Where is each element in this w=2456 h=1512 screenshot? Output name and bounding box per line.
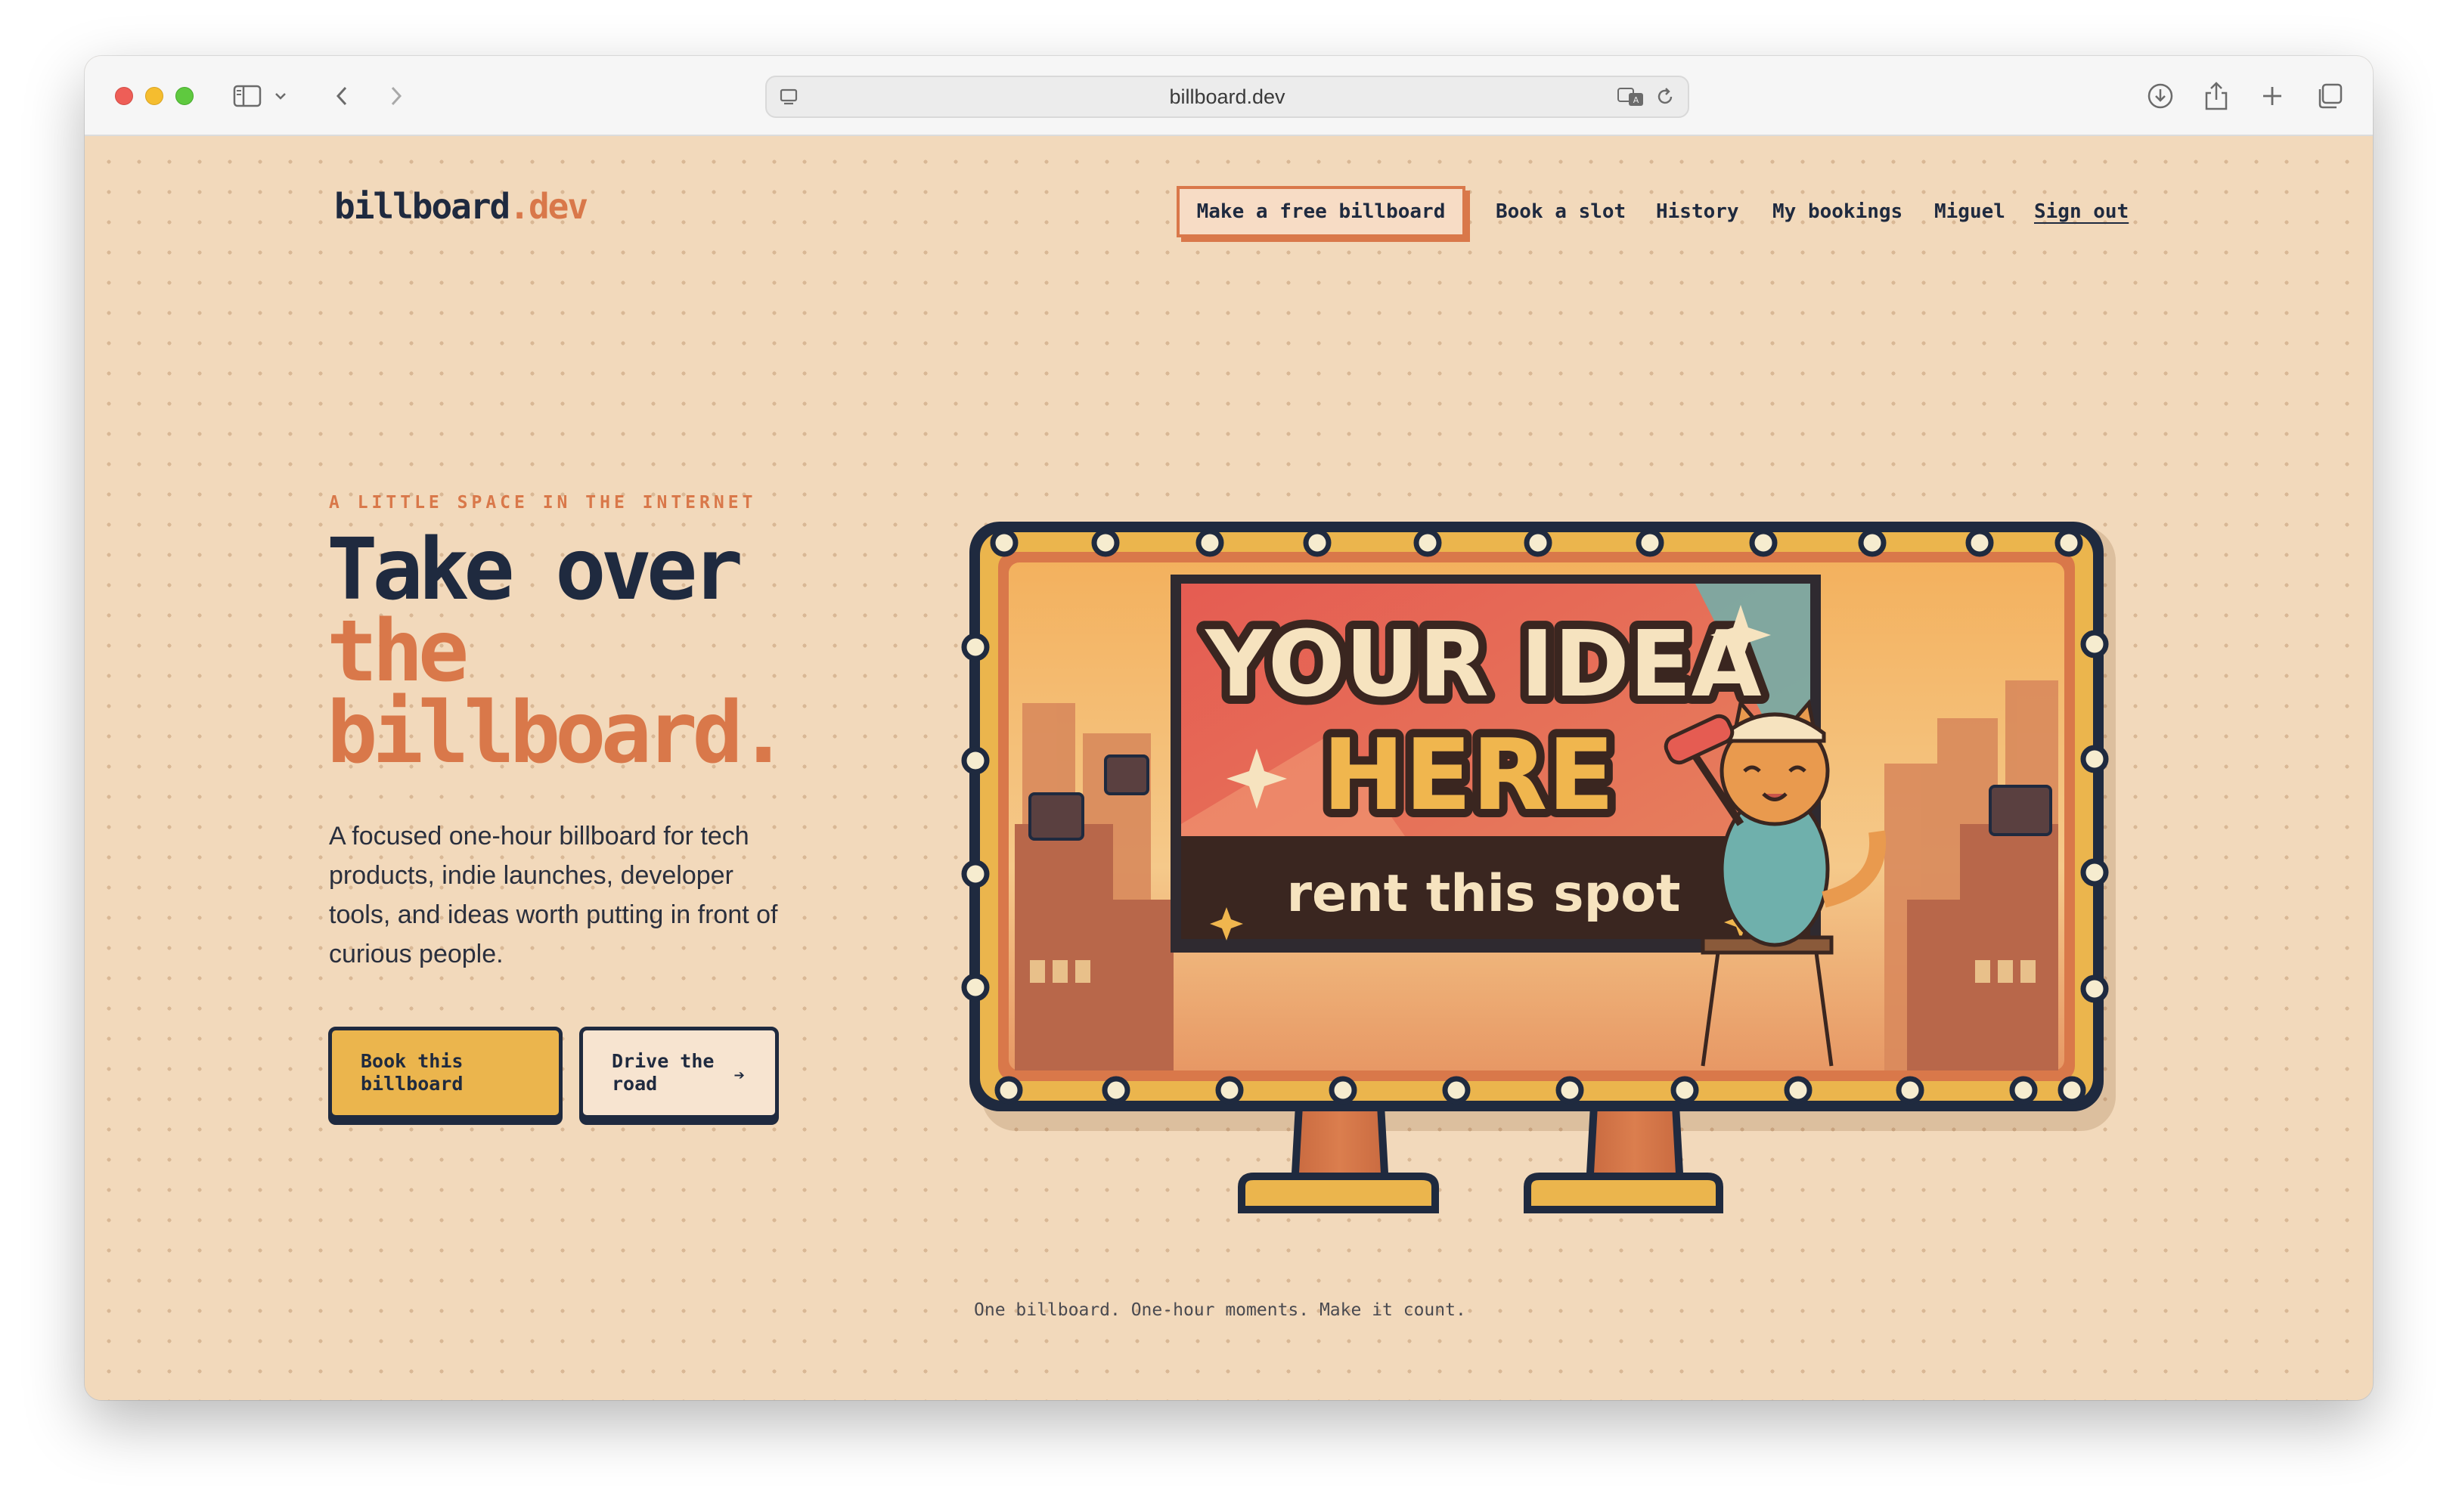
billboard-line-1-fill: YOUR IDEA xyxy=(1204,612,1761,717)
nav-link-user-profile[interactable]: Miguel xyxy=(1934,186,2005,237)
close-window-button[interactable] xyxy=(115,87,133,105)
downloads-icon[interactable] xyxy=(2141,77,2179,115)
arrow-right-icon: ➔ xyxy=(733,1064,745,1086)
nav-link-my-bookings[interactable]: My bookings xyxy=(1772,186,1902,237)
footer-note-text: One billboard. One-hour moments. Make it… xyxy=(974,1300,1466,1320)
nav-link-book-slot[interactable]: Book a slot xyxy=(1496,186,1626,237)
billboard-line-2-fill: HERE xyxy=(1323,717,1615,832)
drive-road-label: Drive the road xyxy=(612,1050,715,1095)
headline-line-2: the xyxy=(327,603,469,701)
tab-overview-icon[interactable] xyxy=(2311,77,2349,115)
chevron-down-icon[interactable] xyxy=(269,77,292,115)
browser-toolbar: billboard.dev A xyxy=(85,56,2373,136)
main-nav: Make a free billboard Book a slot Histor… xyxy=(85,186,2373,239)
reload-icon[interactable] xyxy=(1654,86,1676,111)
billboard-illustration: YOUR IDEA YOUR IDEA HERE HERE rent this … xyxy=(954,507,2134,1308)
zoom-window-button[interactable] xyxy=(175,87,194,105)
minimize-window-button[interactable] xyxy=(145,87,163,105)
hero-eyebrow: A LITTLE SPACE IN THE INTERNET xyxy=(329,493,757,513)
url-text[interactable]: billboard.dev xyxy=(767,77,1688,116)
book-billboard-button[interactable]: Book this billboard xyxy=(328,1027,563,1119)
make-free-billboard-button[interactable]: Make a free billboard xyxy=(1177,186,1465,237)
browser-window: billboard.dev A billboard.dev Make a fre… xyxy=(85,56,2373,1400)
billboard-tagline: rent this spot xyxy=(1287,864,1681,924)
hero-headline: Take over the billboard. xyxy=(327,521,901,782)
page-content: billboard.dev Make a free billboard Book… xyxy=(85,136,2373,1400)
address-bar[interactable]: billboard.dev A xyxy=(765,76,1689,118)
drive-road-button[interactable]: Drive the road ➔ xyxy=(579,1027,779,1119)
nav-link-history[interactable]: History xyxy=(1656,186,1739,237)
forward-icon[interactable] xyxy=(380,77,413,115)
hero-description: A focused one-hour billboard for tech pr… xyxy=(329,822,778,968)
sidebar-toggle-icon[interactable] xyxy=(228,77,266,115)
svg-text:A: A xyxy=(1633,95,1639,105)
new-tab-icon[interactable] xyxy=(2253,77,2291,115)
book-billboard-label: Book this billboard xyxy=(361,1050,464,1095)
nav-link-sign-out[interactable]: Sign out xyxy=(2034,186,2129,237)
share-icon[interactable] xyxy=(2197,77,2235,115)
headline-line-3: billboard. xyxy=(327,684,789,782)
headline-line-1: Take over xyxy=(327,521,743,619)
back-icon[interactable] xyxy=(325,77,358,115)
translate-icon[interactable]: A xyxy=(1617,85,1645,113)
